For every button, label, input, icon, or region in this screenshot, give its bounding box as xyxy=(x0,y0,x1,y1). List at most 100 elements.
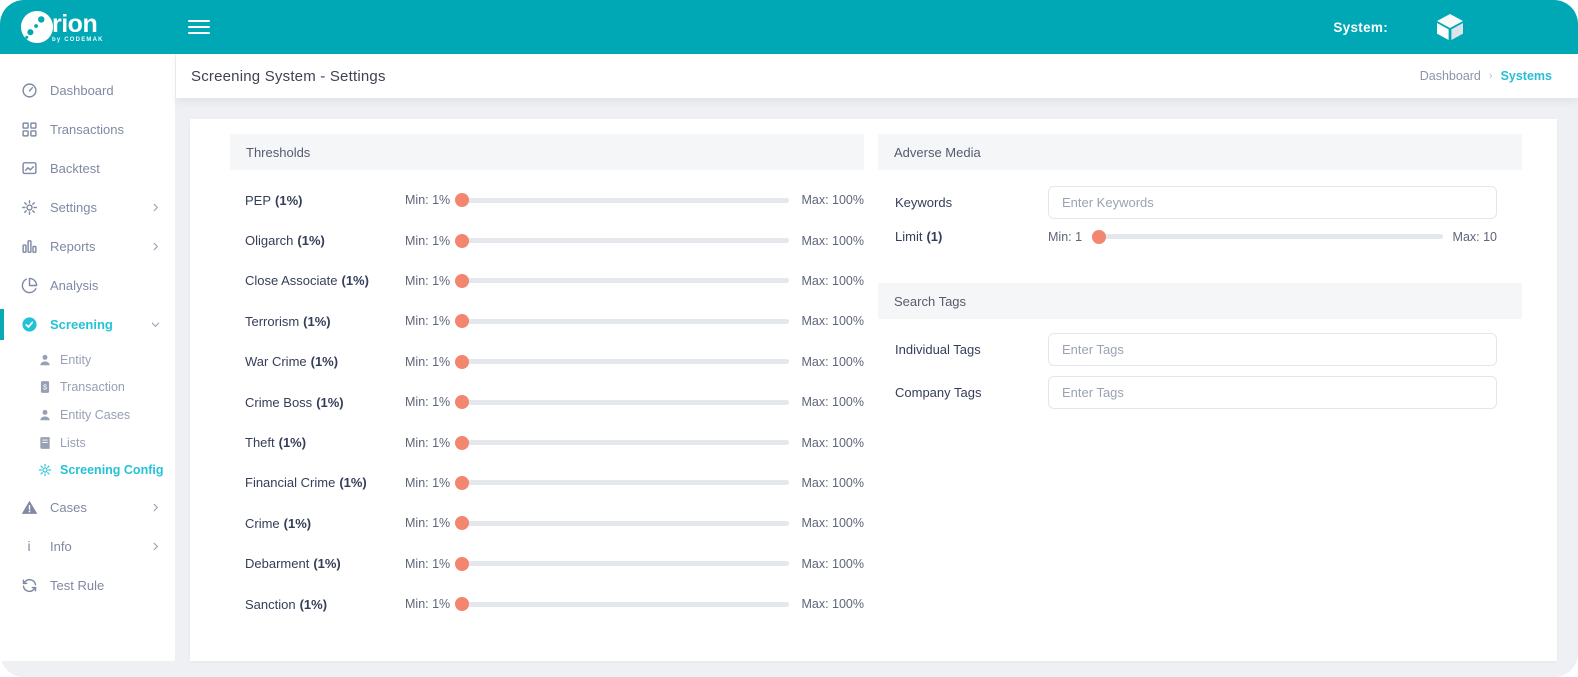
threshold-label: Crime(1%) xyxy=(245,516,405,531)
check-circle-icon xyxy=(20,316,38,334)
threshold-rows: PEP(1%)Min: 1%Max: 100%Oligarch(1%)Min: … xyxy=(230,170,864,624)
right-column: Adverse Media Keywords Limit(1) xyxy=(878,134,1522,661)
limit-slider-track[interactable] xyxy=(1094,234,1442,239)
slider-track[interactable] xyxy=(459,521,789,526)
slider-min-label: Min: 1% xyxy=(405,436,450,450)
sidebar-subitem-transaction[interactable]: $ Transaction xyxy=(0,374,175,402)
sidebar-subitem-label: Entity xyxy=(60,353,91,367)
slider-handle[interactable] xyxy=(455,395,469,409)
threshold-row: Sanction(1%)Min: 1%Max: 100% xyxy=(245,584,864,624)
threshold-slider: Min: 1%Max: 100% xyxy=(405,597,864,611)
gear-icon xyxy=(37,463,52,478)
threshold-slider: Min: 1%Max: 100% xyxy=(405,234,864,248)
limit-label: Limit(1) xyxy=(895,229,1048,244)
sidebar-item-cases[interactable]: Cases xyxy=(0,488,175,527)
slider-handle[interactable] xyxy=(455,355,469,369)
slider-max-label: Max: 100% xyxy=(801,193,864,207)
threshold-label: Financial Crime(1%) xyxy=(245,475,405,490)
limit-row: Limit(1) Min: 1 Max: 10 xyxy=(895,229,1497,244)
settings-card: Thresholds PEP(1%)Min: 1%Max: 100%Oligar… xyxy=(190,119,1557,661)
slider-min-label: Min: 1% xyxy=(405,193,450,207)
slider-track[interactable] xyxy=(459,319,789,324)
slider-track[interactable] xyxy=(459,198,789,203)
slider-track[interactable] xyxy=(459,238,789,243)
breadcrumb-dashboard[interactable]: Dashboard xyxy=(1420,69,1481,83)
slider-handle[interactable] xyxy=(455,476,469,490)
sidebar-item-transactions[interactable]: Transactions xyxy=(0,110,175,149)
limit-slider-handle[interactable] xyxy=(1092,230,1106,244)
slider-track[interactable] xyxy=(459,359,789,364)
slider-track[interactable] xyxy=(459,400,789,405)
slider-max-label: Max: 100% xyxy=(801,597,864,611)
threshold-slider: Min: 1%Max: 100% xyxy=(405,557,864,571)
breadcrumb-systems[interactable]: Systems xyxy=(1501,69,1552,83)
receipt-icon: $ xyxy=(37,380,52,395)
sidebar-item-label: Dashboard xyxy=(50,83,114,98)
sidebar: Dashboard Transactions Backtest Settings xyxy=(0,54,176,661)
sidebar-item-info[interactable]: i Info xyxy=(0,527,175,566)
sidebar-item-backtest[interactable]: Backtest xyxy=(0,149,175,188)
sidebar-item-settings[interactable]: Settings xyxy=(0,188,175,227)
slider-handle[interactable] xyxy=(455,436,469,450)
adverse-media-panel-header: Adverse Media xyxy=(878,134,1522,170)
sidebar-subitem-label: Screening Config xyxy=(60,463,163,477)
threshold-label: Debarment(1%) xyxy=(245,556,405,571)
threshold-label: Close Associate(1%) xyxy=(245,273,405,288)
slider-handle[interactable] xyxy=(455,193,469,207)
slider-handle[interactable] xyxy=(455,314,469,328)
orion-logo[interactable]: rion by CODEMAK xyxy=(0,10,176,44)
sidebar-subitem-lists[interactable]: Lists xyxy=(0,429,175,457)
threshold-slider: Min: 1%Max: 100% xyxy=(405,476,864,490)
sidebar-item-dashboard[interactable]: Dashboard xyxy=(0,71,175,110)
slider-track[interactable] xyxy=(459,440,789,445)
topbar-right: System: xyxy=(1333,11,1578,43)
app-window: rion by CODEMAK System: Dashboard xyxy=(0,0,1578,677)
slider-handle[interactable] xyxy=(455,597,469,611)
sidebar-item-label: Test Rule xyxy=(50,578,104,593)
slider-track[interactable] xyxy=(459,480,789,485)
page-header: Screening System - Settings Dashboard › … xyxy=(176,54,1578,98)
threshold-slider: Min: 1%Max: 100% xyxy=(405,436,864,450)
threshold-label: PEP(1%) xyxy=(245,193,405,208)
chart-image-icon xyxy=(20,160,38,178)
system-cube-icon[interactable] xyxy=(1434,11,1466,43)
sidebar-subitem-screening-config[interactable]: Screening Config xyxy=(0,456,175,484)
slider-track[interactable] xyxy=(459,278,789,283)
slider-handle[interactable] xyxy=(455,516,469,530)
limit-min-label: Min: 1 xyxy=(1048,230,1082,244)
threshold-row: Debarment(1%)Min: 1%Max: 100% xyxy=(245,544,864,584)
system-label: System: xyxy=(1333,20,1388,35)
limit-max-label: Max: 10 xyxy=(1453,230,1497,244)
main-area: Screening System - Settings Dashboard › … xyxy=(176,54,1578,661)
individual-tags-input[interactable] xyxy=(1048,333,1497,366)
threshold-row: Financial Crime(1%)Min: 1%Max: 100% xyxy=(245,463,864,503)
keywords-input[interactable] xyxy=(1048,186,1497,219)
company-tags-input[interactable] xyxy=(1048,376,1497,409)
sidebar-item-test-rule[interactable]: Test Rule xyxy=(0,566,175,605)
slider-max-label: Max: 100% xyxy=(801,274,864,288)
page-title: Screening System - Settings xyxy=(191,68,386,85)
sidebar-subitem-label: Transaction xyxy=(60,380,125,394)
top-bar: rion by CODEMAK System: xyxy=(0,0,1578,54)
sidebar-item-screening[interactable]: Screening xyxy=(0,305,175,344)
slider-min-label: Min: 1% xyxy=(405,395,450,409)
individual-tags-label: Individual Tags xyxy=(895,342,1048,357)
sidebar-item-reports[interactable]: Reports xyxy=(0,227,175,266)
sidebar-item-analysis[interactable]: Analysis xyxy=(0,266,175,305)
slider-handle[interactable] xyxy=(455,234,469,248)
thresholds-panel-header: Thresholds xyxy=(230,134,864,170)
search-tags-panel-header: Search Tags xyxy=(878,283,1522,319)
sidebar-subitem-entity[interactable]: Entity xyxy=(0,346,175,374)
slider-track[interactable] xyxy=(459,602,789,607)
chevron-right-icon xyxy=(150,241,161,252)
sidebar-subitem-entity-cases[interactable]: Entity Cases xyxy=(0,401,175,429)
threshold-row: Crime(1%)Min: 1%Max: 100% xyxy=(245,503,864,543)
threshold-slider: Min: 1%Max: 100% xyxy=(405,274,864,288)
threshold-label: Terrorism(1%) xyxy=(245,314,405,329)
slider-handle[interactable] xyxy=(455,557,469,571)
menu-toggle-icon[interactable] xyxy=(188,16,210,38)
slider-handle[interactable] xyxy=(455,274,469,288)
chevron-right-icon xyxy=(150,541,161,552)
slider-track[interactable] xyxy=(459,561,789,566)
individual-tags-row: Individual Tags xyxy=(895,333,1497,366)
